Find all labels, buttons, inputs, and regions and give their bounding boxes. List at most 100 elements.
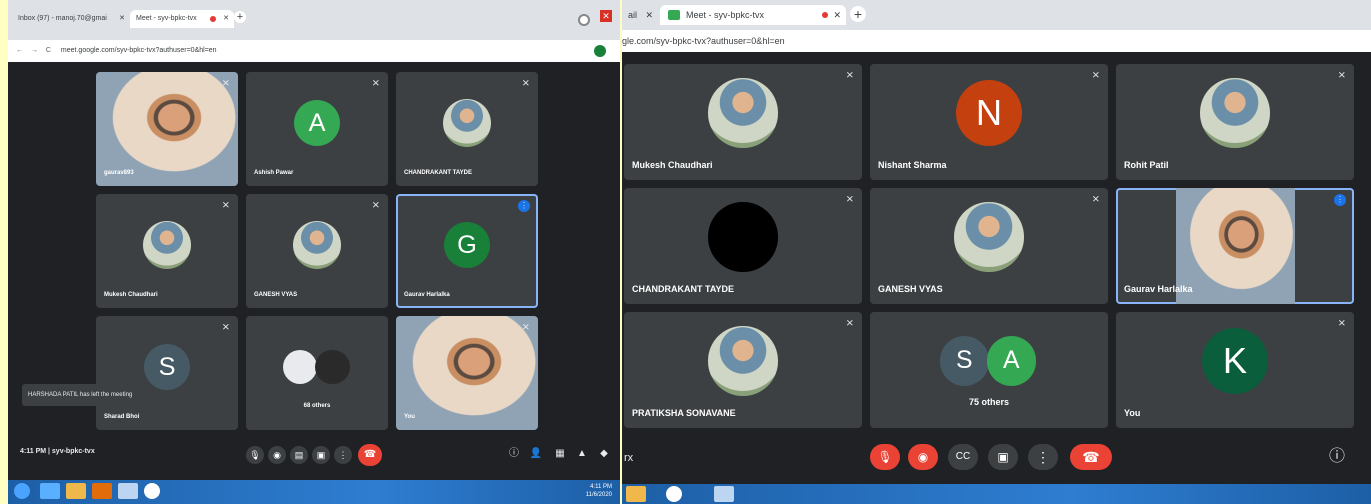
participant-tile[interactable]: ⨯ You [396, 316, 538, 430]
participant-tile[interactable]: ⨯ Mukesh Chaudhari [96, 194, 238, 308]
right-screenshot: ail ✕ Meet - syv-bpkc-tvx ✕ + gle.com/sy… [622, 0, 1371, 504]
chrome-taskbar-icon[interactable] [144, 483, 160, 499]
new-tab-icon[interactable]: + [850, 6, 866, 22]
activities-icon[interactable]: ▲ [574, 446, 590, 462]
participant-name: Rohit Patil [1124, 160, 1169, 170]
participant-name: 75 others [968, 397, 1010, 408]
tab-meet[interactable]: Meet - syv-bpkc-tvx ✕ [130, 10, 234, 28]
address-bar[interactable]: gle.com/syv-bpkc-tvx?authuser=0&hl=en [622, 30, 1371, 52]
others-avatar [282, 349, 317, 385]
participant-avatar: A [294, 100, 340, 146]
camera-off-icon[interactable]: ◉ [908, 444, 938, 470]
speaking-indicator-icon: ⋮ [518, 200, 530, 212]
participant-name: Gaurav Harlalka [404, 292, 450, 298]
camera-icon[interactable]: ◉ [268, 446, 286, 464]
participant-tile[interactable]: S ⨯ Sharad Bhoi [96, 316, 238, 430]
profile-avatar[interactable] [594, 45, 606, 57]
explorer-icon[interactable] [626, 486, 646, 502]
mic-muted-icon: ⨯ [221, 322, 230, 333]
meeting-control-bar: rx 🎙 ◉ CC ▣ ⋮ ☎ ⓘ [622, 432, 1371, 484]
participant-video [396, 316, 538, 430]
participant-avatar: K [1202, 328, 1268, 394]
participant-name: PRATIKSHA SONAVANE [632, 408, 736, 418]
participant-photo [292, 220, 342, 270]
participant-photo [708, 78, 778, 148]
tab-mail[interactable]: ail ✕ [622, 5, 658, 25]
system-clock: 4:11 PM 11/6/2020 [586, 483, 612, 499]
ie-icon[interactable] [40, 483, 60, 499]
tab-meet[interactable]: Meet - syv-bpkc-tvx ✕ [660, 5, 846, 25]
mic-muted-icon: ⨯ [1337, 318, 1346, 329]
participant-name: CHANDRAKANT TAYDE [404, 170, 473, 176]
participant-tile[interactable]: 68 others [246, 316, 388, 430]
participant-tile[interactable]: ⨯ CHANDRAKANT TAYDE [396, 72, 538, 186]
participant-tile[interactable]: A ⨯ Ashish Pawar [246, 72, 388, 186]
lock-icon[interactable]: ◆ [596, 446, 612, 462]
participant-tile[interactable]: G ⋮ Gaurav Harlalka [396, 194, 538, 308]
back-icon[interactable]: ← [16, 47, 23, 54]
tab-label: ail [628, 10, 638, 20]
info-icon[interactable]: ⓘ [506, 446, 522, 462]
mic-icon[interactable]: 🎙 [246, 446, 264, 464]
info-icon[interactable]: ⓘ [1326, 446, 1348, 468]
mic-muted-icon: ⨯ [845, 318, 854, 329]
window-close-icon[interactable]: ✕ [600, 10, 612, 22]
chat-icon[interactable]: ▦ [552, 446, 568, 462]
close-tab-icon[interactable]: ✕ [119, 10, 125, 28]
participant-tile[interactable]: ⨯ Rohit Patil [1116, 64, 1354, 180]
participant-tile[interactable]: S A 75 others [870, 312, 1108, 428]
address-bar[interactable]: ← → C meet.google.com/syv-bpkc-tvx?authu… [8, 40, 620, 62]
browser-tab-bar: Inbox (97) - manoj.70@gmai ✕ Meet - syv-… [8, 0, 620, 40]
mic-muted-icon: ⨯ [845, 70, 854, 81]
participant-name: You [404, 414, 415, 420]
hang-up-icon[interactable]: ☎ [1070, 444, 1112, 470]
present-screen-icon[interactable]: ▣ [312, 446, 330, 464]
more-options-icon[interactable]: ⋮ [1028, 444, 1058, 470]
meeting-code: rx [624, 452, 634, 464]
more-options-icon[interactable]: ⋮ [334, 446, 352, 464]
captions-icon[interactable]: CC [948, 444, 978, 470]
participant-tile[interactable]: ⨯ gaurav893 [96, 72, 238, 186]
forward-icon[interactable]: → [31, 47, 38, 54]
chrome-taskbar-icon[interactable] [666, 486, 682, 502]
participant-avatar: G [444, 222, 490, 268]
participant-tile[interactable]: ⨯ Mukesh Chaudhari [624, 64, 862, 180]
captions-icon[interactable]: ▤ [290, 446, 308, 464]
hang-up-icon[interactable]: ☎ [358, 444, 382, 466]
recording-dot-icon [822, 12, 828, 18]
participant-video [1175, 188, 1295, 304]
participant-tile[interactable]: ⨯ GANESH VYAS [870, 188, 1108, 304]
explorer-icon[interactable] [66, 483, 86, 499]
chrome-profile-icon[interactable] [578, 14, 590, 26]
mic-muted-icon: ⨯ [521, 322, 530, 333]
clock-date: 11/6/2020 [585, 492, 612, 498]
app-icon[interactable] [714, 486, 734, 502]
start-button-icon[interactable] [14, 483, 30, 499]
present-screen-icon[interactable]: ▣ [988, 444, 1018, 470]
meeting-control-bar: 4:11 PM | syv-bpkc-tvx 🎙 ◉ ▤ ▣ ⋮ ☎ ⓘ 👤 ▦… [8, 432, 620, 480]
clock-time: 4:11 PM [590, 484, 612, 490]
app-icon[interactable] [118, 483, 138, 499]
mic-off-icon[interactable]: 🎙 [870, 444, 900, 470]
participant-tile[interactable]: N ⨯ Nishant Sharma [870, 64, 1108, 180]
reload-icon[interactable]: C [46, 47, 51, 54]
close-tab-icon[interactable]: ✕ [833, 5, 841, 25]
recording-dot-icon [210, 16, 216, 22]
participant-tile[interactable]: ⨯ CHANDRAKANT TAYDE [624, 188, 862, 304]
tab-inbox[interactable]: Inbox (97) - manoj.70@gmai ✕ [12, 10, 130, 28]
participant-tile[interactable]: ⨯ PRATIKSHA SONAVANE [624, 312, 862, 428]
close-tab-icon[interactable]: ✕ [645, 5, 653, 25]
blank-avatar [708, 202, 778, 272]
close-tab-icon[interactable]: ✕ [223, 10, 229, 28]
participant-tile[interactable]: ⋮ Gaurav Harlalka [1116, 188, 1354, 304]
mic-muted-icon: ⨯ [1091, 70, 1100, 81]
media-icon[interactable] [92, 483, 112, 499]
windows-taskbar [622, 484, 1371, 504]
people-icon[interactable]: 👤 [528, 446, 544, 462]
participant-name: GANESH VYAS [878, 284, 943, 294]
participant-tile[interactable]: K ⨯ You [1116, 312, 1354, 428]
participant-tile[interactable]: ⨯ GANESH VYAS [246, 194, 388, 308]
participant-avatar: N [956, 80, 1022, 146]
participant-photo [954, 202, 1024, 272]
new-tab-icon[interactable]: + [234, 11, 246, 23]
